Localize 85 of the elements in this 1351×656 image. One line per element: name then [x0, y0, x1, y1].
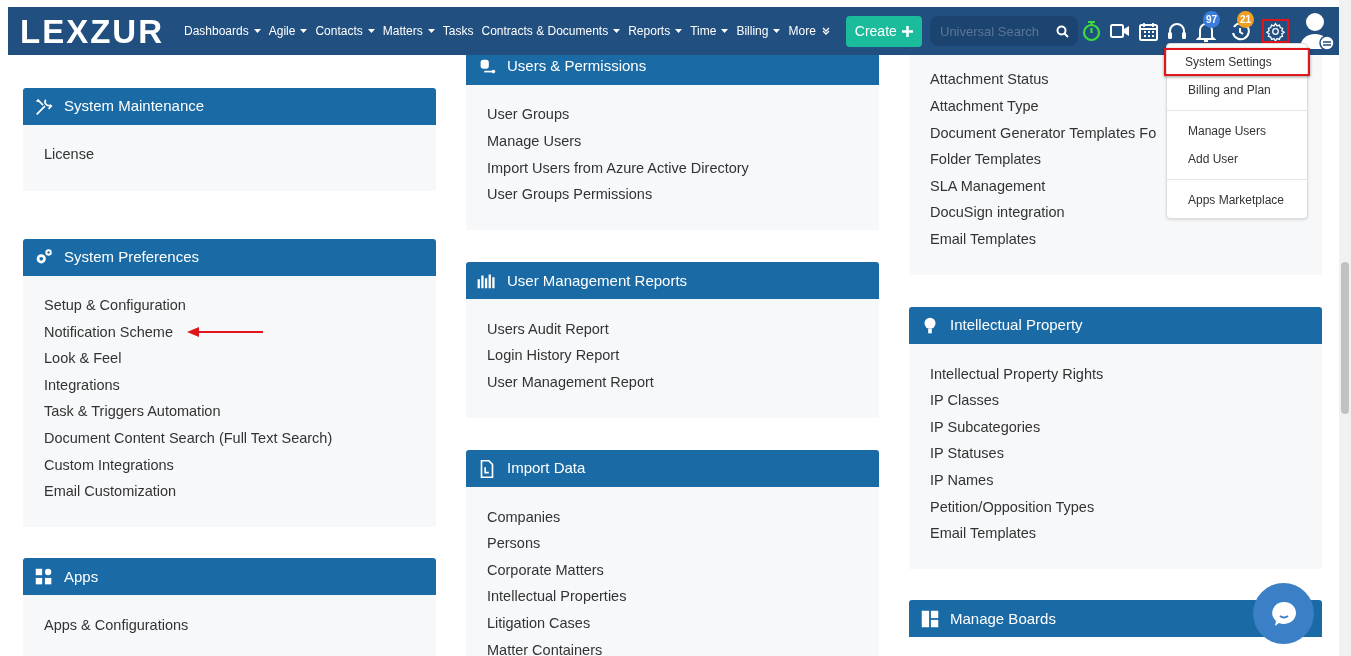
nav-menu-item[interactable]: Billing: [732, 16, 785, 46]
calendar-icon[interactable]: [1139, 21, 1158, 41]
nav-menu-item[interactable]: Contacts: [311, 16, 379, 46]
nav-menu-item[interactable]: More: [784, 16, 834, 46]
card-title: System Maintenance: [64, 96, 205, 117]
settings-link[interactable]: Apps & Configurations: [44, 614, 189, 637]
settings-link[interactable]: User Groups: [487, 104, 570, 127]
settings-link[interactable]: Attachment Type: [930, 96, 1039, 118]
settings-link[interactable]: Document Content Search (Full Text Search): [44, 428, 333, 450]
settings-link[interactable]: Matter Containers: [487, 639, 603, 656]
nav-menu-item[interactable]: Agile: [264, 16, 312, 46]
double-chevron-icon: [821, 27, 830, 35]
caret-icon: [773, 29, 781, 33]
settings-link[interactable]: Email Templates: [930, 523, 1037, 545]
settings-link[interactable]: Manage Users: [487, 131, 582, 153]
nav-menu-item[interactable]: Reports: [624, 16, 687, 46]
stopwatch-icon[interactable]: [1082, 20, 1101, 42]
settings-link[interactable]: DocuSign integration: [930, 202, 1065, 225]
card-title: User Management Reports: [507, 270, 688, 291]
settings-link[interactable]: Persons: [487, 533, 541, 555]
settings-link[interactable]: Custom Integrations: [44, 454, 174, 477]
caret-icon: [300, 29, 308, 33]
settings-button[interactable]: [1262, 19, 1289, 43]
settings-link[interactable]: IP Classes: [930, 390, 1000, 412]
settings-link[interactable]: Email Customization: [44, 481, 177, 503]
card-title: Apps: [64, 566, 99, 587]
card-title: Import Data: [507, 458, 586, 479]
settings-link[interactable]: License: [44, 144, 94, 167]
settings-link[interactable]: IP Subcategories: [930, 416, 1041, 439]
settings-link[interactable]: Task & Triggers Automation: [44, 401, 221, 424]
nav-menu-item[interactable]: Dashboards: [180, 16, 265, 46]
settings-link[interactable]: Look & Feel: [44, 348, 122, 370]
count-badge: 97: [1203, 11, 1220, 28]
settings-link[interactable]: Corporate Matters: [487, 559, 604, 582]
scrollbar[interactable]: [1339, 0, 1351, 656]
nav-menu-item[interactable]: Matters: [378, 16, 439, 46]
settings-link[interactable]: Setup & Configuration: [44, 295, 186, 317]
settings-link[interactable]: IP Names: [930, 469, 994, 492]
caret-icon: [721, 29, 729, 33]
settings-link[interactable]: Notification Scheme: [44, 321, 173, 344]
settings-link[interactable]: Email Templates: [930, 229, 1037, 251]
settings-link[interactable]: SLA Management: [930, 175, 1046, 198]
settings-link[interactable]: Folder Templates: [930, 149, 1041, 171]
caret-icon: [253, 29, 261, 33]
settings-link[interactable]: User Groups Permissions: [487, 184, 653, 206]
caret-icon: [367, 29, 375, 33]
settings-link[interactable]: Login History Report: [487, 345, 620, 368]
menu-item[interactable]: Add User: [1167, 145, 1307, 173]
settings-link[interactable]: Import Users from Azure Active Directory: [487, 157, 749, 180]
settings-link[interactable]: Integrations: [44, 374, 120, 397]
nav-menu-item[interactable]: Contracts & Documents: [477, 16, 625, 46]
history-icon: [1230, 21, 1250, 42]
settings-link[interactable]: IP Statuses: [930, 443, 1004, 466]
notification-button[interactable]: 97: [1196, 11, 1221, 42]
menu-item[interactable]: Billing and Plan: [1167, 76, 1307, 104]
settings-link[interactable]: Intellectual Property Rights: [930, 363, 1104, 386]
nav-menu-item[interactable]: Time: [686, 16, 733, 46]
settings-link[interactable]: Litigation Cases: [487, 612, 591, 635]
menu-item[interactable]: Apps Marketplace: [1167, 186, 1307, 214]
headset-icon[interactable]: [1167, 21, 1187, 41]
card-title: Manage Boards: [950, 608, 1056, 629]
video-camera-icon[interactable]: [1110, 23, 1130, 39]
user-avatar-icon[interactable]: [1299, 11, 1335, 51]
menu-item[interactable]: System Settings: [1164, 48, 1310, 76]
nav-menu-item[interactable]: Tasks: [438, 16, 478, 46]
search-field[interactable]: Universal Search: [930, 16, 1078, 46]
search-icon: [1056, 24, 1069, 38]
settings-link[interactable]: Petition/Opposition Types: [930, 496, 1095, 519]
card-title: System Preferences: [64, 246, 200, 267]
settings-icon: [1266, 21, 1285, 41]
caret-icon: [427, 29, 435, 33]
settings-link[interactable]: Attachment Status: [930, 69, 1049, 92]
settings-link[interactable]: Users Audit Report: [487, 318, 609, 341]
settings-link[interactable]: Companies: [487, 506, 561, 529]
settings-link[interactable]: Intellectual Properties: [487, 586, 627, 609]
plus-icon: [901, 25, 913, 37]
caret-icon: [613, 29, 621, 33]
logo[interactable]: LEXZUR: [20, 14, 164, 48]
settings-link[interactable]: Document Generator Templates Fo: [930, 122, 1157, 145]
menu-item[interactable]: Manage Users: [1167, 117, 1307, 145]
card-title: Users & Permissions: [507, 56, 647, 77]
caret-icon: [675, 29, 683, 33]
settings-link[interactable]: User Management Report: [487, 372, 654, 394]
card-title: Intellectual Property: [950, 315, 1083, 336]
count-badge: 21: [1237, 11, 1254, 28]
